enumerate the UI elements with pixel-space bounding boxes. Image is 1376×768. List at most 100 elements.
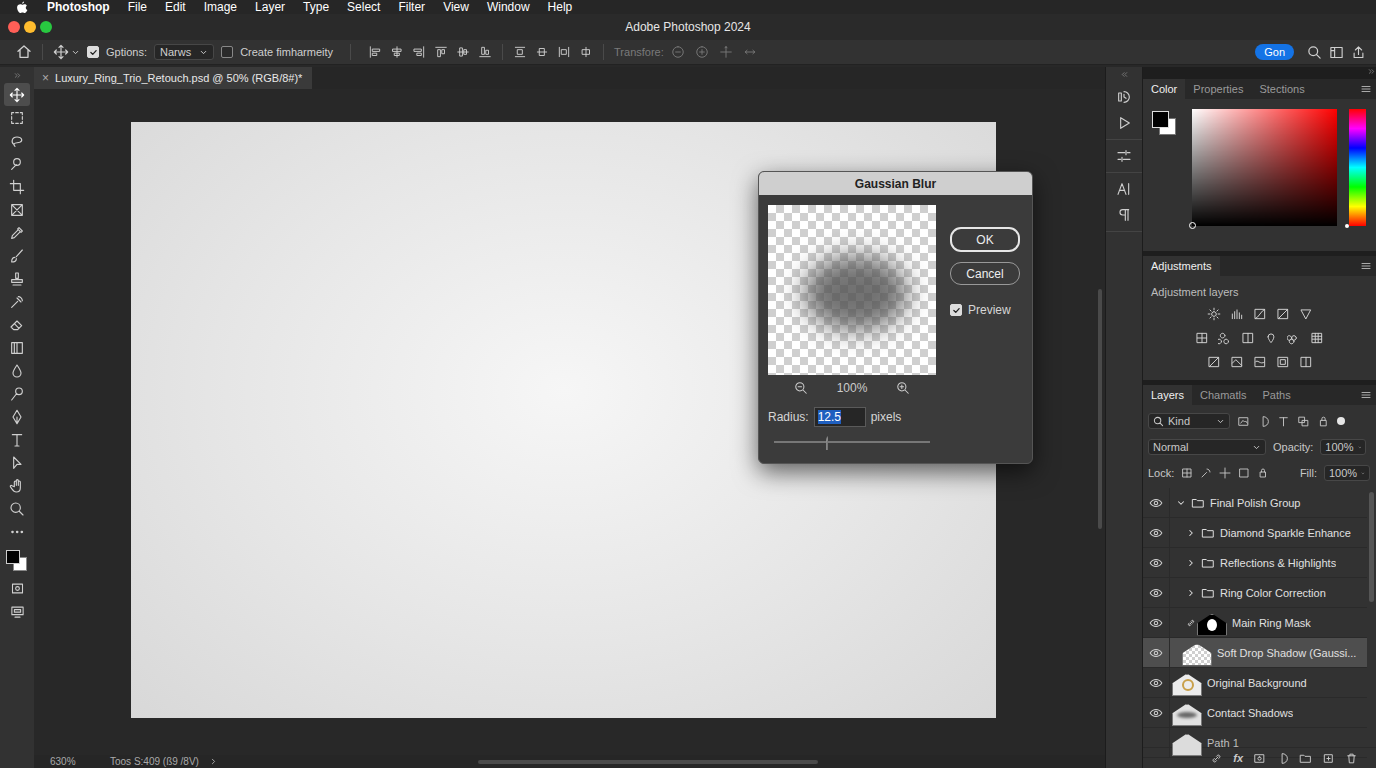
adjustment-icon[interactable] (1299, 307, 1313, 321)
visibility-toggle[interactable] (1143, 698, 1170, 727)
history-icon[interactable] (1116, 89, 1132, 105)
visibility-toggle[interactable] (1143, 728, 1170, 757)
lock-option-icon[interactable] (1200, 467, 1212, 479)
tool-button[interactable] (4, 106, 30, 129)
visibility-toggle[interactable] (1143, 548, 1170, 577)
filter-icon[interactable] (1277, 415, 1290, 428)
menu-item[interactable]: Layer (255, 0, 285, 14)
ok-button[interactable]: OK (950, 227, 1020, 252)
lock-option-icon[interactable] (1181, 467, 1193, 479)
screen-mode-icon[interactable] (10, 604, 25, 619)
align-icon[interactable] (368, 45, 382, 59)
chevron-right-icon[interactable] (1186, 528, 1196, 538)
new-layer-icon[interactable] (1322, 752, 1335, 765)
radius-slider[interactable] (774, 435, 930, 449)
align-icon[interactable] (456, 45, 470, 59)
adjustment-icon[interactable] (1207, 355, 1221, 369)
tool-button[interactable] (4, 520, 30, 543)
layer-row[interactable]: Ring Color Correction (1143, 578, 1367, 608)
tool-button[interactable] (4, 359, 30, 382)
tool-button[interactable] (4, 152, 30, 175)
filter-icon[interactable] (1297, 415, 1310, 428)
adjustment-icon[interactable] (1241, 331, 1255, 345)
layer-row[interactable]: Path 1 (1143, 728, 1367, 758)
zoom-in-icon[interactable] (896, 381, 910, 395)
distribute-icon[interactable] (535, 45, 549, 59)
transform-icon[interactable] (695, 45, 709, 59)
visibility-toggle[interactable] (1143, 608, 1170, 637)
panel-tab[interactable]: Properties (1185, 79, 1251, 99)
tool-button[interactable] (4, 313, 30, 336)
horizontal-scrollbar[interactable] (478, 760, 818, 764)
adjustment-icon[interactable] (1218, 331, 1232, 345)
chevron-icon[interactable] (209, 757, 218, 766)
filter-toggle[interactable] (1337, 417, 1345, 425)
vertical-scrollbar[interactable] (1095, 89, 1105, 755)
export-icon[interactable] (1351, 45, 1366, 60)
tool-button[interactable] (4, 244, 30, 267)
folder-icon[interactable] (1299, 752, 1312, 765)
tool-button[interactable] (4, 175, 30, 198)
menu-item[interactable]: Edit (165, 0, 186, 14)
zoom-button[interactable] (40, 21, 52, 33)
panel-tab[interactable]: Stections (1251, 79, 1312, 99)
visibility-toggle[interactable] (1143, 488, 1170, 517)
tool-button[interactable] (4, 290, 30, 313)
lock-option-icon[interactable] (1257, 467, 1269, 479)
mask-icon[interactable] (1253, 752, 1266, 765)
layer-row[interactable]: Diamond Sparkle Enhance (1143, 518, 1367, 548)
search-icon[interactable] (1307, 45, 1322, 60)
visibility-toggle[interactable] (1143, 518, 1170, 547)
app-menu[interactable]: Photoshop (47, 0, 110, 14)
menu-item[interactable]: View (443, 0, 469, 14)
tool-button[interactable] (4, 428, 30, 451)
paragraph-icon[interactable] (1116, 207, 1132, 223)
workspace-icon[interactable] (1329, 45, 1344, 60)
opacity-field[interactable]: 100% (1320, 439, 1366, 455)
menu-item[interactable]: File (128, 0, 147, 14)
adjustment-icon[interactable] (1207, 307, 1221, 321)
menu-item[interactable]: Window (487, 0, 530, 14)
cancel-button[interactable]: Cancel (950, 262, 1020, 285)
mask-thumbnail[interactable] (1197, 614, 1227, 636)
foreground-background-swatches[interactable] (1151, 109, 1180, 139)
adjustment-icon[interactable] (1276, 752, 1289, 765)
preview-checkbox[interactable] (950, 304, 962, 316)
adjustment-icon[interactable] (1287, 331, 1301, 345)
radius-field[interactable]: 12.5 (814, 407, 866, 427)
fx-button[interactable]: fx (1233, 752, 1243, 764)
tool-button[interactable] (4, 83, 30, 106)
tool-preset[interactable] (53, 44, 80, 60)
zoom-level[interactable]: 630% (50, 756, 100, 767)
layer-row[interactable]: Reflections & Highlights (1143, 548, 1367, 578)
layer-row[interactable]: Contact Shadows (1143, 698, 1367, 728)
character-icon[interactable] (1116, 181, 1132, 197)
layer-row[interactable]: Soft Drop Shadow (Gaussi... (1143, 638, 1367, 668)
panel-tab[interactable]: Color (1143, 79, 1185, 99)
blend-mode-dropdown[interactable]: Normal (1148, 439, 1266, 455)
chevron-right-icon[interactable] (1186, 588, 1196, 598)
transform-icon[interactable] (743, 45, 757, 59)
layer-row[interactable]: Main Ring Mask (1143, 608, 1367, 638)
panel-menu-icon[interactable] (1360, 389, 1372, 401)
collapse-icon[interactable] (13, 71, 22, 80)
adjustment-icon[interactable] (1230, 355, 1244, 369)
tool-button[interactable] (4, 267, 30, 290)
menu-item[interactable]: Select (347, 0, 380, 14)
panel-tab[interactable]: Layers (1143, 385, 1192, 405)
adjustment-icon[interactable] (1195, 331, 1209, 345)
lock-option-icon[interactable] (1238, 467, 1250, 479)
collapse-icon[interactable] (1120, 70, 1129, 79)
align-icon[interactable] (390, 45, 404, 59)
tool-button[interactable] (4, 129, 30, 152)
filter-icon[interactable] (1257, 415, 1270, 428)
color-swatches[interactable] (5, 549, 29, 573)
distribute-icon[interactable] (557, 45, 571, 59)
transform-controls-checkbox[interactable] (221, 46, 233, 58)
menu-item[interactable]: Image (204, 0, 237, 14)
tool-button[interactable] (4, 382, 30, 405)
layer-name[interactable]: Main Ring Mask (1232, 617, 1311, 629)
home-icon[interactable] (16, 44, 32, 60)
share-button[interactable]: Gon (1255, 44, 1294, 60)
adjustment-icon[interactable] (1230, 307, 1244, 321)
